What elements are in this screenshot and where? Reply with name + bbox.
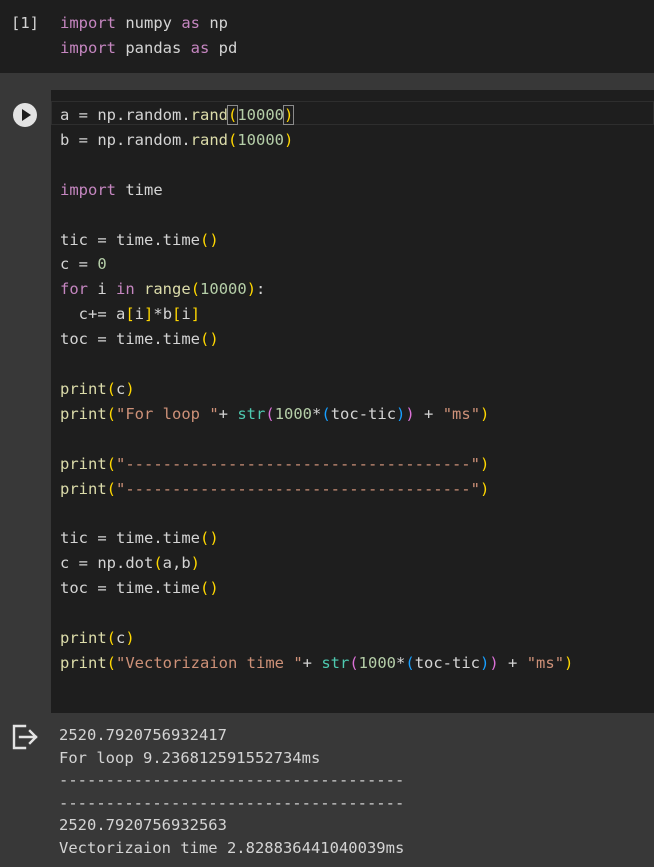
cell-output-area: 2520.7920756932417 For loop 9.2368125915… bbox=[0, 713, 654, 867]
cell-output-text: 2520.7920756932417 For loop 9.2368125915… bbox=[59, 724, 404, 860]
execution-count: [1] bbox=[11, 14, 39, 32]
output-line: For loop 9.236812591552734ms bbox=[59, 748, 321, 767]
cell-source[interactable]: a = np.random.rand(10000) b = np.random.… bbox=[60, 103, 573, 676]
output-toggle-icon[interactable] bbox=[12, 724, 40, 750]
output-line: 2520.7920756932417 bbox=[59, 726, 227, 744]
code-cell-dot-product[interactable]: a = np.random.rand(10000) b = np.random.… bbox=[0, 90, 654, 713]
cell-separator bbox=[0, 73, 654, 90]
keyword-import: import bbox=[60, 14, 116, 32]
run-cell-button[interactable] bbox=[13, 103, 37, 127]
output-line: ------------------------------------- bbox=[59, 793, 405, 812]
output-line: 2520.7920756932563 bbox=[59, 816, 227, 835]
code-cell-imports[interactable]: [1] import numpy as np import pandas as … bbox=[0, 0, 654, 73]
output-line: ------------------------------------- bbox=[59, 771, 405, 790]
output-line: Vectorizaion time 2.828836441040039ms bbox=[59, 838, 405, 857]
cell-gutter bbox=[0, 90, 51, 713]
cell-source[interactable]: import numpy as np import pandas as pd bbox=[60, 11, 237, 61]
